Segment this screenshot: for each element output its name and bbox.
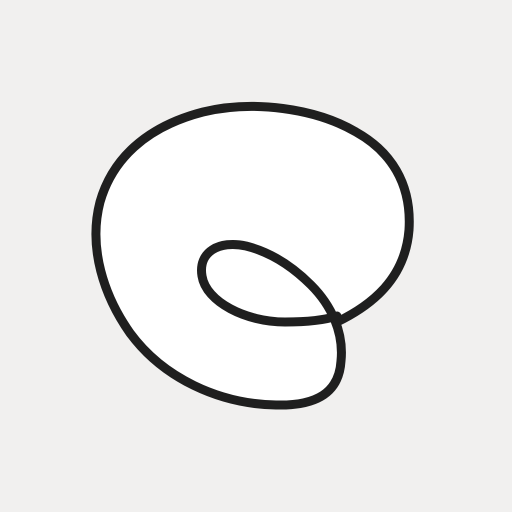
logo-fill [95,106,410,406]
icon-canvas [0,0,512,512]
loop-swirl-logo-icon [91,101,414,410]
